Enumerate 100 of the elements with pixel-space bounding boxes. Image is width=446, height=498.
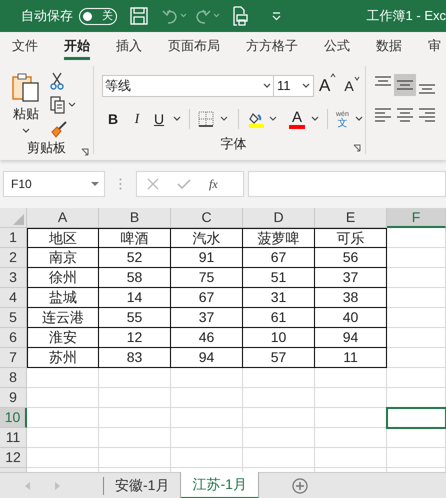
ribbon-tab[interactable]: 审 bbox=[428, 32, 441, 60]
copy-icon[interactable] bbox=[50, 96, 78, 114]
font-size-field[interactable]: 11 bbox=[274, 75, 314, 97]
ribbon-tab[interactable]: 公式 bbox=[324, 32, 350, 60]
column-header[interactable]: B bbox=[99, 208, 171, 228]
autosave-toggle[interactable]: 关 bbox=[79, 8, 117, 24]
grid-cell[interactable] bbox=[387, 268, 446, 288]
ribbon-tab[interactable]: 文件 bbox=[12, 32, 38, 60]
row-header[interactable]: 10 bbox=[0, 408, 27, 428]
grid-cell[interactable] bbox=[99, 408, 171, 428]
sheet-tab[interactable]: 江苏-1月 bbox=[181, 472, 259, 498]
grid-cell[interactable] bbox=[171, 368, 243, 388]
column-header[interactable]: F bbox=[387, 208, 446, 228]
grid-cell[interactable] bbox=[99, 368, 171, 388]
row-header[interactable]: 8 bbox=[0, 368, 27, 388]
dialog-launcher-icon[interactable] bbox=[353, 144, 361, 152]
table-cell: 苏州 bbox=[27, 348, 99, 368]
grow-font-button[interactable]: A bbox=[319, 73, 336, 99]
ribbon-tab[interactable]: 页面布局 bbox=[168, 32, 220, 60]
shrink-font-button[interactable]: A bbox=[344, 76, 360, 96]
grid-cell[interactable] bbox=[387, 328, 446, 348]
grid-cell[interactable] bbox=[99, 388, 171, 408]
grid-cell[interactable] bbox=[387, 428, 446, 448]
grid-cell[interactable] bbox=[243, 388, 315, 408]
redo-icon[interactable] bbox=[194, 8, 222, 24]
grid-cell[interactable] bbox=[27, 448, 99, 468]
table-cell: 盐城 bbox=[27, 288, 99, 308]
grid-cell[interactable] bbox=[387, 348, 446, 368]
scroll-right-icon[interactable] bbox=[55, 482, 61, 490]
font-name-field[interactable]: 等线 bbox=[102, 75, 274, 97]
add-sheet-icon[interactable] bbox=[292, 478, 308, 494]
dialog-launcher-icon[interactable] bbox=[81, 148, 89, 156]
grid-cell[interactable] bbox=[171, 448, 243, 468]
table-cell: 56 bbox=[315, 248, 387, 268]
caret-icon bbox=[354, 76, 360, 80]
grid-cell[interactable] bbox=[243, 368, 315, 388]
row-header[interactable]: 2 bbox=[0, 248, 27, 268]
row-header[interactable]: 11 bbox=[0, 428, 27, 448]
font-color-button[interactable]: A bbox=[289, 110, 319, 128]
row-header[interactable]: 9 bbox=[0, 388, 27, 408]
ribbon-tab[interactable]: 插入 bbox=[116, 32, 142, 60]
grid-cell[interactable] bbox=[387, 308, 446, 328]
group-label: 剪贴板 bbox=[27, 139, 66, 157]
save-icon[interactable] bbox=[130, 7, 148, 25]
bold-button[interactable]: B bbox=[102, 108, 124, 130]
grid-cell[interactable] bbox=[387, 248, 446, 268]
column-header[interactable]: C bbox=[171, 208, 243, 228]
middle-align-button[interactable] bbox=[394, 74, 416, 96]
table-cell: 37 bbox=[171, 308, 243, 328]
grid-cell[interactable] bbox=[387, 448, 446, 468]
customize-caret-icon[interactable] bbox=[272, 12, 281, 20]
grid-cell[interactable] bbox=[171, 428, 243, 448]
grid-cell[interactable] bbox=[243, 448, 315, 468]
paste-button[interactable]: 粘贴 bbox=[0, 66, 44, 138]
column-header[interactable]: D bbox=[243, 208, 315, 228]
print-preview-icon[interactable] bbox=[232, 6, 248, 26]
formula-input[interactable] bbox=[248, 171, 446, 197]
underline-button[interactable]: U bbox=[150, 108, 168, 130]
grid-cell[interactable] bbox=[27, 428, 99, 448]
row-header[interactable]: 12 bbox=[0, 448, 27, 468]
grid-cell[interactable] bbox=[243, 408, 315, 428]
ribbon-tab[interactable]: 数据 bbox=[376, 32, 402, 60]
borders-icon[interactable] bbox=[198, 111, 230, 127]
grid-cell[interactable] bbox=[171, 408, 243, 428]
table-cell: 46 bbox=[171, 328, 243, 348]
grid-cell[interactable] bbox=[27, 388, 99, 408]
grid-cell[interactable] bbox=[315, 448, 387, 468]
grid-cell[interactable] bbox=[315, 388, 387, 408]
undo-icon[interactable] bbox=[161, 8, 189, 24]
insert-function-button[interactable]: fx bbox=[209, 175, 218, 193]
grid-cell[interactable] bbox=[27, 408, 99, 428]
italic-button[interactable]: I bbox=[126, 108, 148, 130]
row-header[interactable]: 6 bbox=[0, 328, 27, 348]
grid-cell[interactable] bbox=[387, 228, 446, 248]
row-header[interactable]: 1 bbox=[0, 228, 27, 248]
table-cell: 汽水 bbox=[171, 228, 243, 248]
row-header[interactable]: 4 bbox=[0, 288, 27, 308]
column-header[interactable]: A bbox=[27, 208, 99, 228]
caret-icon[interactable] bbox=[173, 116, 181, 122]
active-cell[interactable] bbox=[387, 408, 446, 428]
enter-icon[interactable] bbox=[177, 178, 191, 190]
ribbon-tab[interactable]: 方方格子 bbox=[246, 32, 298, 60]
grid-cell[interactable] bbox=[315, 428, 387, 448]
grid-cell[interactable] bbox=[99, 448, 171, 468]
name-box[interactable]: F10 bbox=[3, 171, 105, 197]
row-header[interactable]: 7 bbox=[0, 348, 27, 368]
drag-handle-icon[interactable] bbox=[119, 178, 122, 190]
grid-cell[interactable] bbox=[99, 428, 171, 448]
grid-cell[interactable] bbox=[315, 368, 387, 388]
grid-cell[interactable] bbox=[243, 428, 315, 448]
grid-cell[interactable] bbox=[387, 368, 446, 388]
fill-color-icon[interactable] bbox=[249, 110, 279, 128]
select-all-icon[interactable] bbox=[13, 214, 24, 225]
grid-cell[interactable] bbox=[27, 368, 99, 388]
scroll-left-icon[interactable] bbox=[25, 482, 31, 490]
cancel-icon[interactable] bbox=[147, 178, 159, 190]
row-header[interactable]: 5 bbox=[0, 308, 27, 328]
grid-cell[interactable] bbox=[171, 388, 243, 408]
row-header[interactable]: 3 bbox=[0, 268, 27, 288]
grid-cell[interactable] bbox=[387, 288, 446, 308]
